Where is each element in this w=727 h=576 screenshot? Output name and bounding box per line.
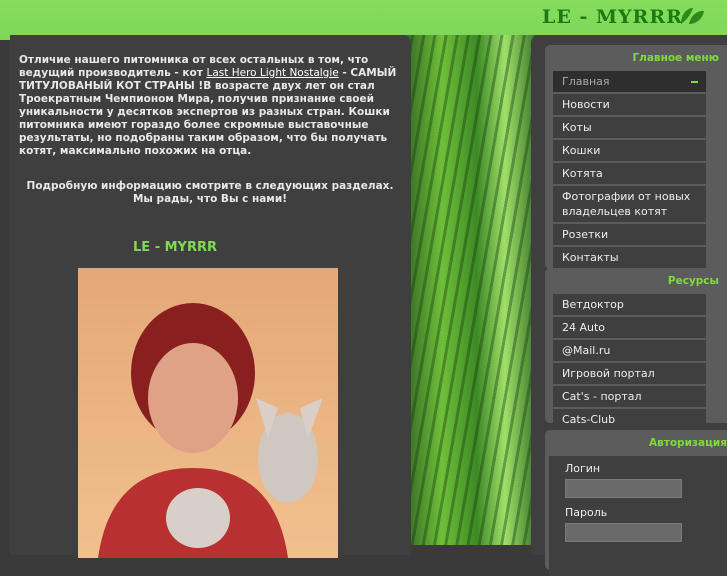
password-input[interactable]	[565, 523, 682, 542]
site-logo[interactable]: LE - MYRRR	[542, 6, 683, 28]
login-form: Логин Пароль	[549, 456, 727, 576]
login-label: Логин	[565, 462, 601, 475]
menu-item-home[interactable]: Главная	[553, 71, 706, 92]
menu-item-females[interactable]: Кошки	[553, 140, 706, 161]
content-heading: LE - MYRRR	[133, 240, 217, 255]
owner-with-cats-photo	[78, 268, 338, 558]
grass-background	[400, 35, 540, 545]
login-input[interactable]	[565, 479, 682, 498]
main-menu-title: Главное меню	[632, 52, 719, 64]
menu-item-males[interactable]: Коты	[553, 117, 706, 138]
resource-link[interactable]: Cat's - портал	[553, 386, 706, 407]
menu-item-contacts[interactable]: Контакты	[553, 247, 706, 268]
main-content: Отличие нашего питомника от всех остальн…	[10, 35, 411, 558]
password-label: Пароль	[565, 506, 608, 519]
main-menu-box: Главное меню Главная Новости Коты Кошки …	[545, 45, 727, 269]
auth-box: Авторизация Логин Пароль	[545, 430, 727, 576]
resource-link[interactable]: Игровой портал	[553, 363, 706, 384]
auth-title: Авторизация	[648, 437, 727, 449]
resource-link[interactable]: Cats-Club	[553, 409, 706, 430]
resource-link[interactable]: 24 Auto	[553, 317, 706, 338]
menu-item-news[interactable]: Новости	[553, 94, 706, 115]
leaf-icon	[681, 8, 704, 24]
resource-link[interactable]: Ветдоктор	[553, 294, 706, 315]
menu-item-rosettes[interactable]: Розетки	[553, 224, 706, 245]
menu-item-photos[interactable]: Фотографии от новых владельцев котят	[553, 186, 706, 222]
resources-box: Ресурсы Ветдоктор 24 Auto @Mail.ru Игров…	[545, 268, 727, 430]
sidebar: Главное меню Главная Новости Коты Кошки …	[531, 35, 727, 576]
intro-text: Отличие нашего питомника от всех остальн…	[19, 54, 399, 158]
cat-link[interactable]: Last Hero Light Nostalgie	[207, 67, 339, 79]
resource-link[interactable]: @Mail.ru	[553, 340, 706, 361]
intro-part2: - САМЫЙ ТИТУЛОВАНЫЙ КОТ СТРАНЫ !В возрас…	[19, 67, 397, 157]
resources-title: Ресурсы	[667, 275, 719, 287]
menu-item-kittens[interactable]: Котята	[553, 163, 706, 184]
more-info-text: Подробную информацию смотрите в следующи…	[26, 180, 394, 205]
